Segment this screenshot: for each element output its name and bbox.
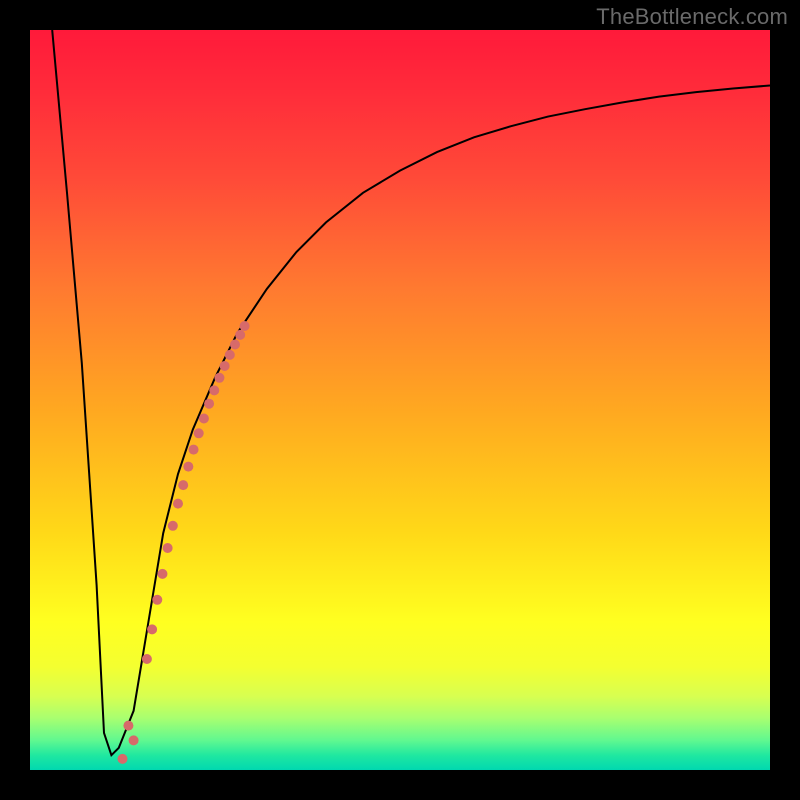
isolated-dot: [123, 721, 133, 731]
highlight-dot: [173, 499, 183, 509]
highlight-dot: [235, 330, 245, 340]
curve-layer: [30, 30, 770, 770]
isolated-dot: [118, 754, 128, 764]
highlight-dot: [194, 428, 204, 438]
highlight-dot: [152, 595, 162, 605]
highlight-dot: [199, 414, 209, 424]
highlight-dot: [230, 340, 240, 350]
bottleneck-curve: [52, 30, 770, 755]
highlight-dot: [163, 543, 173, 553]
highlight-segment: [129, 321, 250, 745]
highlight-dot: [225, 350, 235, 360]
highlight-dot: [240, 321, 250, 331]
highlight-dot: [220, 361, 230, 371]
highlight-dot: [168, 521, 178, 531]
highlight-dot: [204, 399, 214, 409]
highlight-dot: [157, 569, 167, 579]
highlight-dot: [183, 462, 193, 472]
highlight-dot: [178, 480, 188, 490]
highlight-dot: [214, 373, 224, 383]
highlight-dot: [209, 385, 219, 395]
watermark-text: TheBottleneck.com: [596, 4, 788, 30]
highlight-dot: [129, 735, 139, 745]
chart-frame: TheBottleneck.com: [0, 0, 800, 800]
highlight-dot: [189, 445, 199, 455]
plot-area: [30, 30, 770, 770]
highlight-dot: [142, 654, 152, 664]
highlight-dot: [147, 624, 157, 634]
